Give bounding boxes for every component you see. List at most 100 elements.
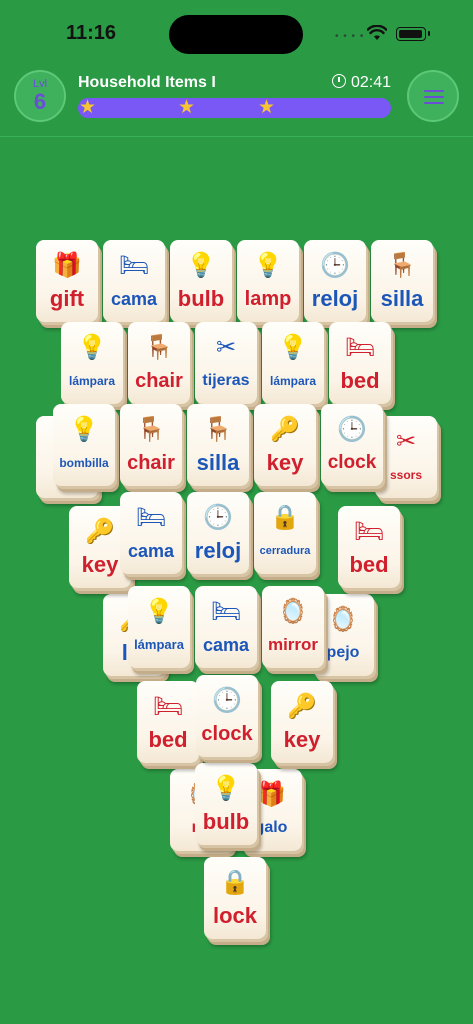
dynamic-island	[169, 15, 303, 54]
star-icon: ★	[178, 97, 196, 118]
word-tile[interactable]: ✂ tijeras	[195, 322, 257, 404]
tile-word: ssors	[389, 468, 423, 482]
tile-word: tijeras	[202, 372, 250, 389]
gift-icon: 🎁	[52, 252, 82, 279]
menu-button[interactable]	[407, 70, 459, 122]
word-tile[interactable]: 🕒 reloj	[187, 492, 249, 574]
tile-word: lámpara	[134, 637, 184, 652]
tile-word: cerradura	[259, 545, 311, 557]
puzzle-title: Household Items I	[78, 74, 216, 91]
bed-icon: 🛏	[118, 252, 150, 279]
status-bar: 11:16 • • • •	[0, 0, 473, 66]
tile-word: bombilla	[59, 456, 109, 470]
star-icon: ★	[258, 97, 276, 118]
word-tile[interactable]: 🛏 bed	[338, 506, 400, 588]
word-tile[interactable]: 🕒 clock	[196, 675, 258, 757]
level-badge: Lvl 6	[14, 70, 66, 122]
level-number: 6	[33, 89, 47, 114]
lock-icon: 🔒	[220, 869, 250, 896]
tile-word: chair	[135, 370, 183, 392]
word-tile[interactable]: 💡 bulb	[170, 240, 232, 322]
tile-word: cama	[110, 289, 158, 309]
clock-icon: 🕒	[320, 252, 350, 279]
word-tile[interactable]: 🪑 chair	[120, 404, 182, 486]
tile-word: reloj	[311, 286, 359, 311]
tile-word: bulb	[202, 809, 250, 834]
word-tile[interactable]: 🛏 bed	[137, 681, 199, 763]
lightbulb-icon: 💡	[211, 775, 241, 802]
scissors-icon: ✂	[215, 334, 237, 361]
tile-word: clock	[201, 723, 253, 745]
wifi-icon	[367, 25, 387, 40]
clock-icon: 🕒	[212, 687, 242, 714]
tile-word: lámpara	[269, 374, 317, 388]
bed-icon: 🛏	[152, 693, 184, 720]
bed-icon: 🛏	[344, 334, 376, 361]
chair-icon: 🪑	[136, 416, 166, 443]
word-tile[interactable]: 🛏 cama	[120, 492, 182, 574]
word-tile[interactable]: 🪑 silla	[371, 240, 433, 322]
lock-icon: 🔒	[270, 504, 300, 531]
chair-icon: 🪑	[387, 252, 417, 279]
tile-word: clock	[327, 452, 377, 473]
word-tile[interactable]: 🛏 cama	[195, 586, 257, 668]
cellular-signal-icon: • • • •	[335, 31, 365, 42]
bed-icon: 🛏	[353, 518, 385, 545]
word-tile[interactable]: 💡 bombilla	[53, 404, 115, 486]
word-tile[interactable]: 🛏 bed	[329, 322, 391, 404]
tile-word: chair	[127, 452, 175, 474]
tile-word: lamp	[244, 288, 292, 310]
word-tile[interactable]: 🪑 silla	[187, 404, 249, 486]
clock-icon: 🕒	[337, 416, 367, 443]
word-tile[interactable]: 🎁 gift	[36, 240, 98, 322]
tile-word: cama	[127, 541, 175, 561]
key-icon: 🔑	[287, 693, 317, 720]
word-tile[interactable]: 💡 lamp	[237, 240, 299, 322]
word-tile[interactable]: 🔒 cerradura	[254, 492, 316, 574]
lightbulb-icon: 💡	[186, 252, 216, 279]
desk-lamp-icon: 💡	[278, 334, 308, 361]
tile-word: reloj	[194, 538, 242, 563]
key-icon: 🔑	[270, 416, 300, 443]
tile-word: bulb	[177, 286, 225, 311]
tile-word: silla	[196, 450, 240, 475]
bed-icon: 🛏	[135, 504, 167, 531]
desk-lamp-icon: 💡	[144, 598, 174, 625]
word-tile[interactable]: 🛏 cama	[103, 240, 165, 322]
word-tile[interactable]: 🕒 clock	[321, 404, 383, 486]
tile-word: gift	[49, 286, 85, 311]
word-tile[interactable]: 💡 lámpara	[262, 322, 324, 404]
bed-icon: 🛏	[210, 598, 242, 625]
scissors-icon: ✂	[395, 428, 417, 455]
tile-word: bed	[148, 727, 188, 752]
word-tile[interactable]: 💡 lámpara	[61, 322, 123, 404]
word-tile[interactable]: 🔑 key	[254, 404, 316, 486]
game-header: Lvl 6 Household Items I 02:41 ★ ★ ★	[0, 66, 473, 137]
word-tile[interactable]: 🕒 reloj	[304, 240, 366, 322]
lightbulb-icon: 💡	[69, 416, 99, 443]
chair-icon: 🪑	[144, 334, 174, 361]
word-tile[interactable]: ✂ ssors	[375, 416, 437, 498]
timer-value: 02:41	[351, 74, 392, 91]
tile-word: silla	[380, 286, 424, 311]
word-tile[interactable]: 🪞 mirror	[262, 586, 324, 668]
tile-word: lámpara	[68, 374, 116, 388]
clock-icon: 🕒	[203, 504, 233, 531]
word-tile[interactable]: 🪑 chair	[128, 322, 190, 404]
chair-icon: 🪑	[203, 416, 233, 443]
tile-word: key	[266, 450, 304, 475]
star-icon: ★	[79, 97, 97, 118]
word-tile[interactable]: 🔒 lock	[204, 857, 266, 939]
desk-lamp-icon: 💡	[253, 252, 283, 279]
status-time: 11:16	[66, 22, 117, 44]
word-tile[interactable]: 🔑 key	[271, 681, 333, 763]
clock-icon	[332, 74, 346, 88]
desk-lamp-icon: 💡	[77, 334, 107, 361]
tile-word: key	[283, 727, 321, 752]
timer: 02:41	[332, 74, 391, 92]
word-tile[interactable]: 💡 lámpara	[128, 586, 190, 668]
mirror-icon: 🪞	[278, 598, 308, 625]
tile-word: bed	[340, 368, 380, 393]
tile-word: bed	[349, 552, 389, 577]
word-tile[interactable]: 💡 bulb	[195, 763, 257, 845]
